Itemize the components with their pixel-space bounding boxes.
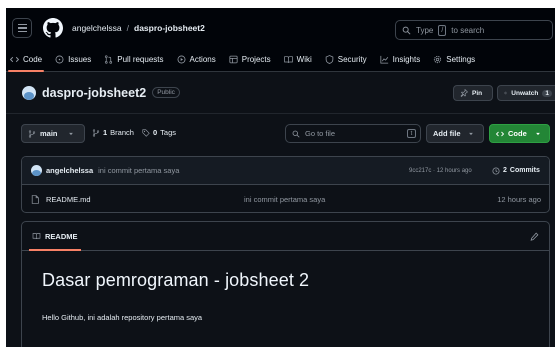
commits-link[interactable]: 2 Commits	[492, 166, 540, 175]
tab-projects[interactable]: Projects	[229, 48, 271, 72]
breadcrumb-repo[interactable]: daspro-jobsheet2	[134, 23, 205, 33]
chevron-down-icon	[535, 132, 540, 135]
chevron-down-icon	[468, 132, 473, 135]
tab-insights-label: Insights	[392, 55, 421, 64]
tab-code[interactable]: Code	[7, 48, 45, 72]
tab-security-label: Security	[337, 55, 367, 64]
unwatch-count: 1	[542, 89, 552, 97]
tab-actions-label: Actions	[189, 55, 216, 64]
github-logo-icon[interactable]	[43, 18, 63, 38]
readme-tab-label: README	[45, 231, 78, 241]
branch-selector[interactable]: main	[21, 124, 85, 143]
tab-wiki-label: Wiki	[296, 55, 312, 64]
unwatch-label: Unwatch	[511, 89, 539, 97]
repo-title: daspro-jobsheet2	[42, 85, 147, 100]
tab-wiki[interactable]: Wiki	[283, 48, 312, 72]
code-icon	[496, 131, 504, 136]
history-icon	[492, 166, 500, 175]
tab-readme[interactable]: README	[29, 222, 81, 251]
branch-count: 1	[103, 128, 108, 137]
add-file-label: Add file	[433, 129, 461, 138]
file-icon	[31, 194, 39, 204]
tab-insights[interactable]: Insights	[380, 48, 421, 72]
tab-issues-label: Issues	[68, 55, 92, 64]
visibility-badge: Public	[152, 87, 180, 98]
breadcrumb-owner[interactable]: angelchelssa	[72, 23, 122, 33]
global-search[interactable]: Type / to search	[395, 20, 553, 40]
readme-body: Hello Github, ini adalah repository pert…	[42, 313, 203, 322]
breadcrumb-separator: /	[126, 23, 129, 33]
search-prefix: Type	[416, 25, 434, 35]
issue-icon	[55, 55, 64, 64]
menu-icon[interactable]	[12, 18, 32, 38]
file-table: angelchelssa ini commit pertama saya 9cc…	[21, 156, 550, 213]
top-bar: angelchelssa / daspro-jobsheet2 Type / t…	[6, 8, 555, 48]
branches-link[interactable]: 1 Branch	[92, 128, 134, 137]
code-icon	[10, 56, 19, 63]
avatar[interactable]	[22, 85, 36, 100]
commit-meta[interactable]: 9cc217c · 12 hours ago	[409, 168, 472, 174]
commit-count: 2	[503, 167, 507, 174]
branch-word: Branch	[110, 128, 134, 137]
file-age: 12 hours ago	[497, 194, 541, 204]
goto-file-input[interactable]: Go to file t	[285, 124, 421, 143]
code-button[interactable]: Code	[489, 124, 550, 143]
book-icon	[32, 233, 41, 240]
app-frame: angelchelssa / daspro-jobsheet2 Type / t…	[6, 8, 555, 347]
readme-panel: README Dasar pemrograman - jobsheet 2 He…	[21, 221, 550, 347]
tab-settings[interactable]: Settings	[433, 48, 475, 72]
table-icon	[229, 55, 238, 64]
commit-word: Commits	[509, 167, 540, 174]
tab-security[interactable]: Security	[325, 48, 367, 72]
tab-settings-label: Settings	[446, 55, 476, 64]
tag-word: Tags	[160, 128, 177, 137]
readme-title: Dasar pemrograman - jobsheet 2	[42, 270, 310, 290]
breadcrumb: angelchelssa / daspro-jobsheet2	[72, 23, 205, 33]
branch-count-icon	[92, 128, 100, 137]
pencil-icon[interactable]	[530, 232, 539, 241]
search-icon	[292, 130, 300, 138]
repo-header: daspro-jobsheet2 Public Pin Unwatch 1	[6, 72, 555, 114]
code-button-label: Code	[508, 129, 527, 138]
commit-message[interactable]: ini commit pertama saya	[98, 166, 179, 175]
gear-icon	[434, 55, 442, 64]
readme-header: README	[22, 222, 549, 251]
goto-file-placeholder: Go to file	[305, 129, 336, 138]
tab-code-label: Code	[23, 55, 43, 64]
table-row[interactable]: README.md ini commit pertama saya 12 hou…	[22, 185, 549, 212]
add-file-button[interactable]: Add file	[426, 124, 484, 143]
file-commit-message[interactable]: ini commit pertama saya	[244, 195, 325, 204]
book-icon	[283, 56, 293, 63]
file-name[interactable]: README.md	[46, 195, 91, 204]
commit-author[interactable]: angelchelssa	[46, 166, 93, 175]
unwatch-button[interactable]: Unwatch 1	[497, 85, 555, 101]
avatar[interactable]	[31, 165, 42, 176]
pull-request-icon	[105, 55, 113, 64]
pin-label: Pin	[472, 89, 483, 97]
play-icon	[177, 55, 185, 64]
chevron-down-icon	[68, 132, 73, 135]
pin-button[interactable]: Pin	[453, 85, 493, 101]
tag-icon	[142, 128, 150, 137]
shield-icon	[325, 55, 334, 64]
tag-count: 0	[153, 128, 158, 137]
branch-icon	[28, 129, 36, 138]
branch-name: main	[40, 129, 58, 138]
repo-nav: Code Issues Pull requests Actions Projec…	[6, 48, 555, 72]
pin-icon	[460, 89, 468, 97]
latest-commit-row: angelchelssa ini commit pertama saya 9cc…	[22, 157, 549, 185]
tab-pull-requests[interactable]: Pull requests	[104, 48, 164, 72]
repo-toolbar: main 1 Branch 0 Tags Go to file t Add fi…	[6, 114, 555, 148]
search-suffix: to search	[451, 25, 485, 35]
tab-actions[interactable]: Actions	[177, 48, 216, 72]
goto-shortcut-key: t	[407, 129, 416, 138]
tab-projects-label: Projects	[241, 55, 271, 64]
search-icon	[402, 26, 411, 34]
tab-pull-requests-label: Pull requests	[117, 55, 164, 64]
graph-icon	[380, 55, 388, 64]
tags-link[interactable]: 0 Tags	[142, 128, 176, 137]
tab-issues[interactable]: Issues	[55, 48, 91, 72]
eye-icon	[504, 91, 508, 95]
search-shortcut-key: /	[438, 24, 447, 36]
